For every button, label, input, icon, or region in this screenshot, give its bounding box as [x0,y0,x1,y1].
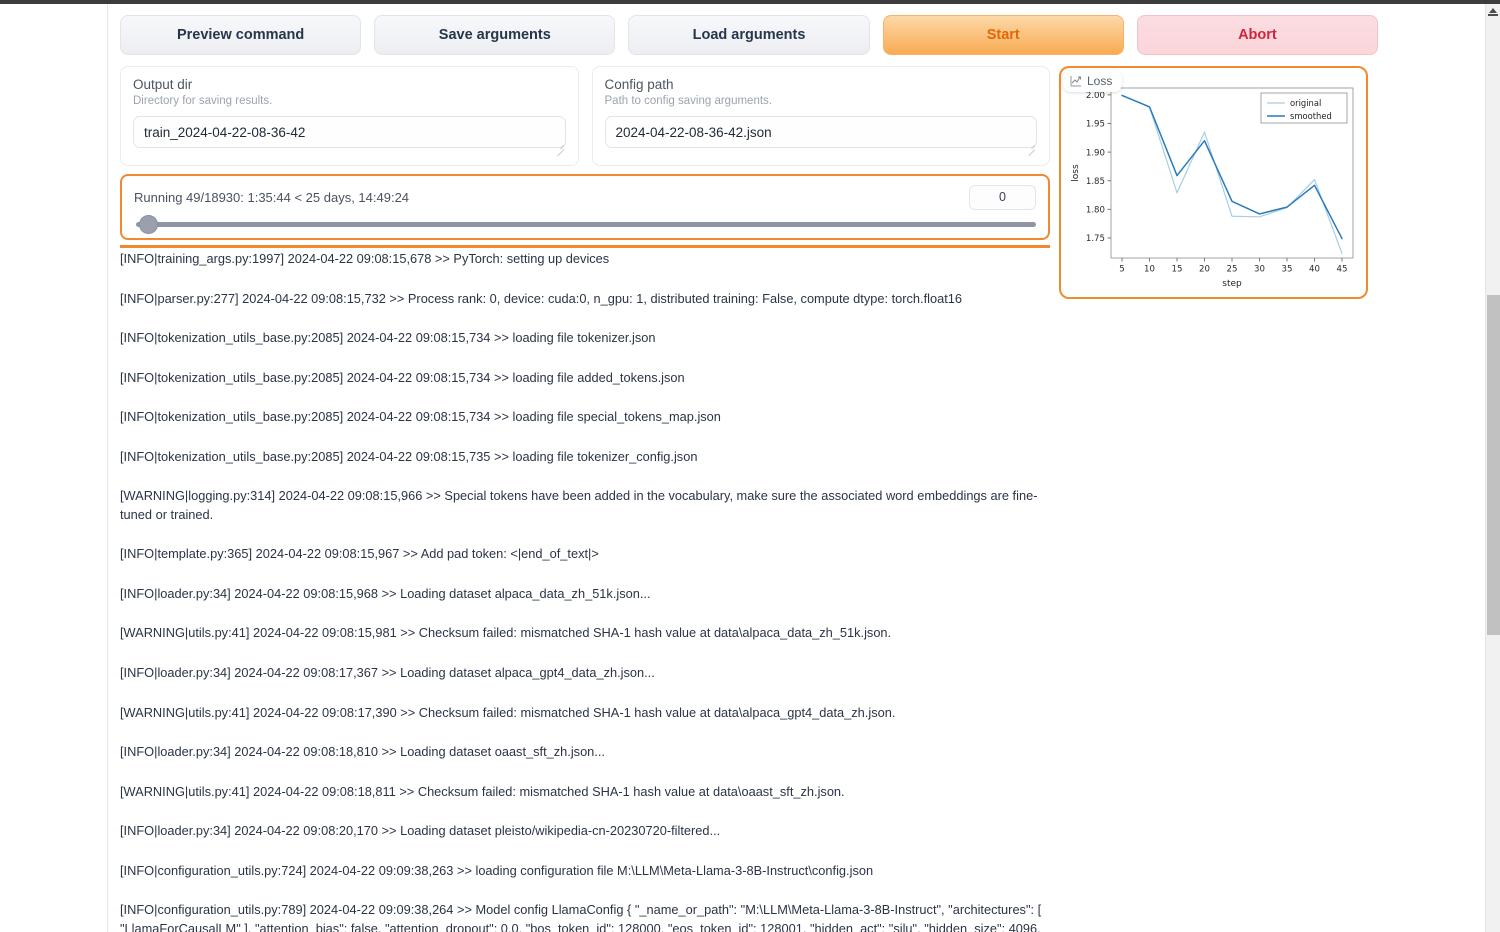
loss-tab-label: Loss [1087,74,1113,88]
scrollbar-thumb[interactable] [1487,295,1500,635]
action-toolbar: Preview command Save arguments Load argu… [120,15,1379,55]
log-line: [INFO|training_args.py:1997] 2024-04-22 … [120,251,610,266]
save-arguments-button[interactable]: Save arguments [374,15,616,55]
config-path-hint: Path to config saving arguments. [604,95,773,107]
progress-status-text: Running 49/18930: 1:35:44 < 25 days, 14:… [134,189,410,205]
log-line: [WARNING|utils.py:41] 2024-04-22 09:08:1… [120,704,896,720]
log-line: [INFO|tokenization_utils_base.py:2085] 2… [120,409,721,425]
svg-text:10: 10 [1144,265,1155,275]
preview-command-button[interactable]: Preview command [120,15,362,55]
svg-text:5: 5 [1119,265,1124,275]
svg-text:15: 15 [1172,265,1183,275]
output-dir-label: Output dir [133,77,193,92]
log-line: [INFO|template.py:365] 2024-04-22 09:08:… [120,546,599,562]
svg-text:1.85: 1.85 [1086,177,1105,187]
log-line: [INFO|loader.py:34] 2024-04-22 09:08:20,… [120,823,721,839]
abort-button[interactable]: Abort [1136,15,1379,55]
scroll-up-arrow-base [1488,14,1498,16]
svg-text:1.90: 1.90 [1086,148,1105,158]
training-progress-panel: Running 49/18930: 1:35:44 < 25 days, 14:… [120,174,1050,240]
log-line: [WARNING|logging.py:314] 2024-04-22 09:0… [120,488,1038,522]
svg-text:40: 40 [1309,265,1320,275]
log-line: [INFO|configuration_utils.py:724] 2024-0… [120,862,874,878]
progress-counter-value[interactable]: 0 [969,184,1036,210]
log-line: [INFO|tokenization_utils_base.py:2085] 2… [120,330,656,346]
slider-track[interactable] [136,222,1036,227]
svg-text:original: original [1290,98,1321,108]
svg-text:1.75: 1.75 [1086,234,1105,244]
config-path-label: Config path [604,77,674,92]
config-path-input[interactable] [604,116,1037,148]
left-gutter [0,4,108,932]
log-line-model-config: [INFO|configuration_utils.py:789] 2024-0… [120,902,1042,932]
training-log-output[interactable]: [INFO|training_args.py:1997] 2024-04-22 … [120,250,1055,932]
svg-text:45: 45 [1337,265,1348,275]
log-line: [INFO|tokenization_utils_base.py:2085] 2… [120,369,685,385]
log-line: [INFO|loader.py:34] 2024-04-22 09:08:18,… [120,744,605,760]
log-line: [INFO|tokenization_utils_base.py:2085] 2… [120,448,698,464]
loss-plot-svg: 1.75 1.80 1.85 1.90 1.95 2.00 5 10 15 20 25 30 35 40 4… [1071,87,1354,289]
app-root: Preview command Save arguments Load argu… [0,0,1500,932]
svg-text:20: 20 [1199,265,1210,275]
svg-text:35: 35 [1282,265,1293,275]
fields-row: Output dir Directory for saving results.… [120,66,1050,166]
svg-text:smoothed: smoothed [1290,111,1332,121]
page-scrollbar[interactable] [1485,4,1500,932]
svg-text:1.95: 1.95 [1086,120,1105,130]
output-dir-field-card: Output dir Directory for saving results. [120,66,579,166]
loss-tab[interactable]: Loss [1063,70,1123,92]
svg-text:25: 25 [1227,265,1238,275]
log-line: [WARNING|utils.py:41] 2024-04-22 09:08:1… [120,625,892,641]
log-line: [INFO|parser.py:277] 2024-04-22 09:08:15… [120,290,963,306]
svg-text:step: step [1222,279,1242,289]
line-chart-icon [1070,76,1081,87]
output-dir-hint: Directory for saving results. [133,95,273,107]
output-dir-input[interactable] [133,116,566,148]
progress-slider[interactable] [134,213,1036,235]
svg-text:30: 30 [1254,265,1265,275]
svg-text:1.80: 1.80 [1086,206,1105,216]
log-line: [WARNING|utils.py:41] 2024-04-22 09:08:1… [120,783,845,799]
log-line: [INFO|loader.py:34] 2024-04-22 09:08:15,… [120,585,651,601]
scroll-up-arrow-icon[interactable] [1489,8,1497,13]
config-path-field-card: Config path Path to config saving argume… [591,66,1050,166]
start-button[interactable]: Start [882,15,1124,55]
load-arguments-button[interactable]: Load arguments [628,15,870,55]
page-body: Preview command Save arguments Load argu… [109,4,1485,932]
loss-plot: 1.75 1.80 1.85 1.90 1.95 2.00 5 10 15 20 25 30 35 40 4… [1065,76,1364,295]
slider-thumb[interactable] [140,216,157,233]
progress-header: Running 49/18930: 1:35:44 < 25 days, 14:… [134,184,1036,210]
svg-text:2.00: 2.00 [1086,91,1105,101]
svg-text:loss: loss [1071,164,1081,182]
log-line: [INFO|loader.py:34] 2024-04-22 09:08:17,… [120,665,655,681]
loss-chart-panel: Loss 1.75 1.80 1.85 1.90 1.95 2.00 5 10 15 20 25 30… [1059,66,1368,299]
section-divider [120,245,1050,248]
